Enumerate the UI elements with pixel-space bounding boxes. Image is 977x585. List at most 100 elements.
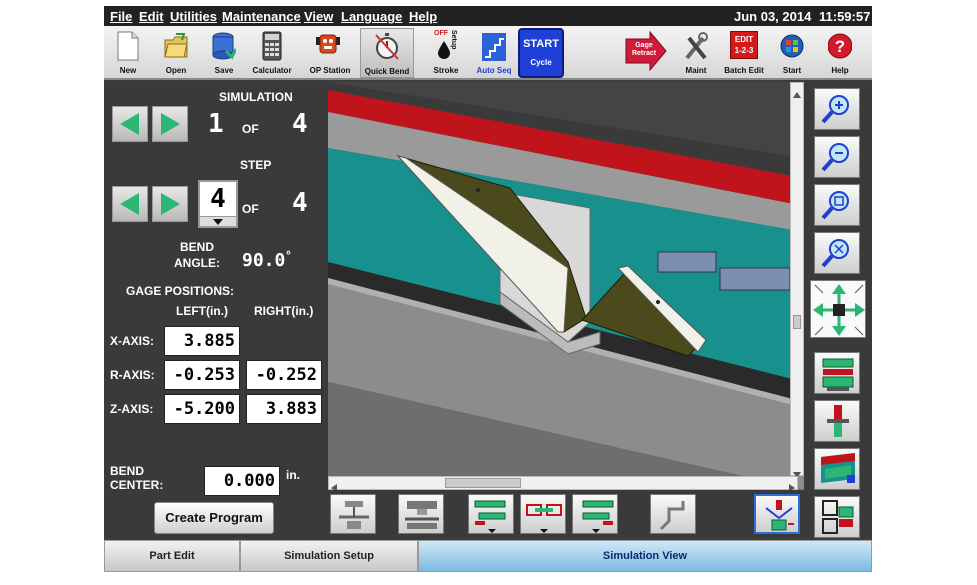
bend-view-button[interactable]: [754, 494, 800, 534]
gauge-left-icon: [474, 500, 506, 533]
op-station-icon: [316, 34, 340, 54]
part-profile-icon: [659, 501, 685, 531]
bend-center-field[interactable]: 0.000: [204, 466, 280, 496]
tools-icon: [685, 32, 708, 60]
simulation-next-button[interactable]: [152, 106, 188, 142]
bend-sequence-icon: [339, 501, 369, 529]
bend-sequence-button[interactable]: [330, 494, 376, 534]
op-station-label: OP Station: [309, 66, 351, 75]
auto-seq-button[interactable]: Auto Seq: [470, 28, 518, 78]
tab-part-edit[interactable]: Part Edit: [104, 540, 240, 572]
zoom-fit-icon: [821, 239, 849, 268]
create-program-button[interactable]: Create Program: [154, 502, 274, 534]
z-axis-right-field[interactable]: 3.883: [246, 394, 322, 424]
iso-view-button[interactable]: [814, 448, 860, 490]
gage-retract-label: Gage Retract: [631, 42, 657, 57]
tooling-view-button[interactable]: [814, 496, 860, 538]
gauge-center-icon: [526, 504, 562, 533]
pan-button[interactable]: [810, 280, 866, 338]
tab-simulation-setup[interactable]: Simulation Setup: [240, 540, 418, 572]
menu-view[interactable]: View: [304, 9, 333, 24]
simulation-current: 1: [208, 109, 224, 139]
new-button[interactable]: New: [104, 28, 152, 78]
step-next-button[interactable]: [152, 186, 188, 222]
press-view-button[interactable]: [398, 494, 444, 534]
gauge-center-button[interactable]: [520, 494, 566, 534]
arrow-left-icon: [120, 193, 139, 215]
part-profile-button[interactable]: [650, 494, 696, 534]
maint-button[interactable]: Maint: [672, 28, 720, 78]
database-save-icon: [212, 32, 236, 60]
gage-positions-title: GAGE POSITIONS:: [126, 284, 235, 298]
batch-edit-button[interactable]: EDIT 1-2-3 Batch Edit: [720, 28, 768, 78]
tooling-view-icon: [822, 500, 854, 534]
arrow-right-icon: [161, 193, 180, 215]
stroke-off-indicator: OFF: [434, 30, 448, 37]
menu-language[interactable]: Language: [341, 9, 402, 24]
step-selector[interactable]: 4: [198, 180, 238, 228]
gauge-right-button[interactable]: [572, 494, 618, 534]
op-station-button[interactable]: OP Station: [302, 28, 358, 78]
simulation-total: 4: [292, 109, 308, 139]
bend-center-unit: in.: [286, 468, 300, 482]
vertical-scrollbar[interactable]: [790, 82, 804, 478]
view-tools-column: [804, 82, 872, 538]
x-axis-left-field[interactable]: 3.885: [164, 326, 240, 356]
tab-simulation-view[interactable]: Simulation View: [418, 540, 872, 572]
vertical-scroll-thumb[interactable]: [793, 315, 801, 329]
simulation-title: SIMULATION: [219, 90, 293, 104]
quick-bend-button[interactable]: Quick Bend: [360, 28, 414, 78]
zoom-window-button[interactable]: [814, 184, 860, 226]
app-window: File Edit Utilities Maintenance View Lan…: [104, 6, 872, 572]
r-axis-right-field[interactable]: -0.252: [246, 360, 322, 390]
chevron-down-icon: [213, 219, 223, 225]
z-axis-left-field[interactable]: -5.200: [164, 394, 240, 424]
stroke-button[interactable]: OFF Setup Stroke: [422, 28, 470, 78]
front-view-button[interactable]: [814, 352, 860, 394]
menu-file[interactable]: File: [110, 9, 132, 24]
side-view-icon: [827, 405, 849, 437]
menu-edit[interactable]: Edit: [139, 9, 164, 24]
help-button[interactable]: ? Help: [816, 28, 864, 78]
arrow-up-icon: [793, 92, 801, 98]
new-document-icon: [117, 31, 139, 61]
gage-retract-button[interactable]: Gage Retract: [622, 28, 668, 78]
toolbar: New Open Save Calculator OP Station Quic…: [104, 26, 872, 80]
save-button[interactable]: Save: [200, 28, 248, 78]
scroll-down-arrow[interactable]: [793, 465, 801, 478]
calculator-icon: [262, 31, 282, 61]
staircase-icon: [482, 33, 506, 61]
help-icon: ?: [828, 33, 852, 59]
start-cycle-top-label: START: [523, 38, 559, 50]
r-axis-left-field[interactable]: -0.253: [164, 360, 240, 390]
windows-start-icon: [780, 34, 804, 58]
start-cycle-bottom-label: Cycle: [530, 58, 552, 67]
step-title: STEP: [240, 158, 272, 172]
step-prev-button[interactable]: [112, 186, 148, 222]
calculator-label: Calculator: [252, 66, 292, 75]
gauge-left-button[interactable]: [468, 494, 514, 534]
calculator-button[interactable]: Calculator: [248, 28, 296, 78]
horizontal-scroll-thumb[interactable]: [445, 478, 521, 488]
zoom-fit-button[interactable]: [814, 232, 860, 274]
zoom-in-button[interactable]: [814, 88, 860, 130]
simulation-prev-button[interactable]: [112, 106, 148, 142]
date-display: Jun 03, 2014: [734, 9, 812, 24]
menu-help[interactable]: Help: [409, 9, 437, 24]
drop-icon: [438, 41, 450, 59]
horizontal-scrollbar[interactable]: [328, 476, 798, 492]
side-view-button[interactable]: [814, 400, 860, 442]
start-cycle-button[interactable]: START Cycle: [518, 28, 564, 78]
step-dropdown[interactable]: [200, 216, 236, 226]
scroll-up-arrow[interactable]: [793, 85, 801, 98]
bend-view-icon: [765, 500, 794, 531]
menu-utilities[interactable]: Utilities: [170, 9, 217, 24]
open-button[interactable]: Open: [152, 28, 200, 78]
press-view-icon: [405, 501, 439, 529]
zoom-out-button[interactable]: [814, 136, 860, 178]
simulation-3d-view[interactable]: [328, 82, 804, 490]
bend-angle-label-line1: BEND: [180, 240, 215, 254]
start-button[interactable]: Start: [768, 28, 816, 78]
menu-maintenance[interactable]: Maintenance: [222, 9, 301, 24]
simulation-tools-row: [328, 490, 804, 538]
